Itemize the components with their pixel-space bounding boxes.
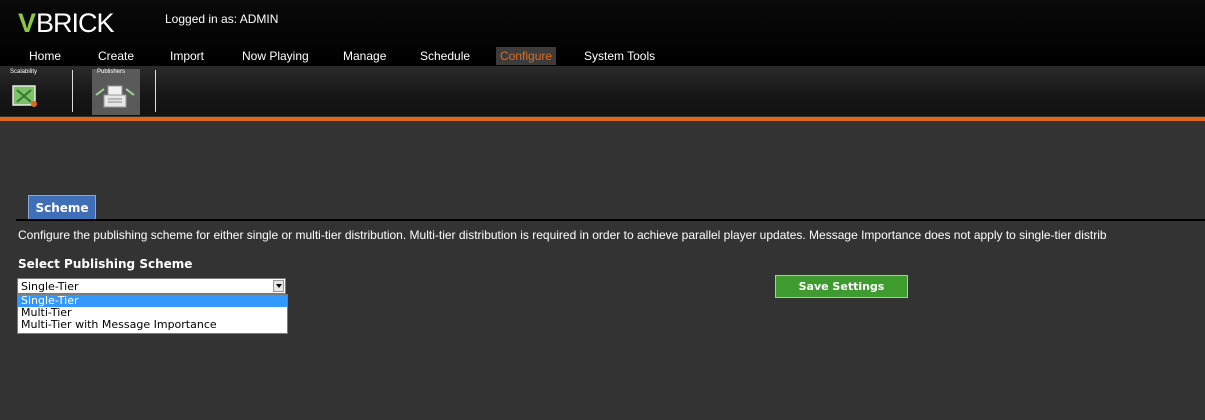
logged-in-status: Logged in as: ADMIN	[165, 12, 279, 26]
scheme-description: Configure the publishing scheme for eith…	[18, 228, 1107, 242]
scalability-icon	[12, 85, 37, 107]
nav-configure[interactable]: Configure	[496, 47, 557, 65]
nav-now-playing[interactable]: Now Playing	[242, 47, 309, 65]
subnav-scalability[interactable]: Scalability	[8, 69, 56, 115]
svg-text:BRICK: BRICK	[36, 8, 115, 37]
subnav-label: Scalability	[10, 69, 38, 75]
subnav-label: Publishers	[97, 69, 126, 75]
option-multi-tier-importance[interactable]: Multi-Tier with Message Importance	[18, 319, 287, 331]
nav-manage[interactable]: Manage	[343, 47, 386, 65]
vbrick-logo: V BRICK	[18, 8, 116, 37]
publishing-scheme-select[interactable]: Single-Tier	[17, 278, 286, 294]
svg-text:V: V	[18, 8, 36, 37]
select-value: Single-Tier	[21, 280, 79, 293]
tab-underline	[16, 219, 1205, 221]
publishers-icon	[95, 85, 135, 108]
tab-scheme[interactable]: Scheme	[28, 195, 96, 219]
nav-import[interactable]: Import	[170, 47, 204, 65]
scheme-label: Select Publishing Scheme	[18, 257, 193, 271]
subnav-divider	[155, 70, 156, 112]
chevron-down-icon[interactable]	[273, 280, 284, 292]
subnav-publishers[interactable]: Publishers	[92, 69, 140, 115]
nav-home[interactable]: Home	[29, 47, 61, 65]
accent-divider	[0, 117, 1205, 121]
top-bar: V BRICK Logged in as: ADMIN Home Create …	[0, 0, 1205, 66]
subnav-divider	[72, 70, 73, 112]
sub-toolbar: Scalability Publishers	[0, 66, 1205, 116]
scheme-options-list: Single-Tier Multi-Tier Multi-Tier with M…	[17, 294, 288, 334]
nav-schedule[interactable]: Schedule	[420, 47, 470, 65]
save-settings-button[interactable]: Save Settings	[775, 275, 908, 298]
nav-create[interactable]: Create	[98, 47, 134, 65]
nav-system-tools[interactable]: System Tools	[584, 47, 655, 65]
